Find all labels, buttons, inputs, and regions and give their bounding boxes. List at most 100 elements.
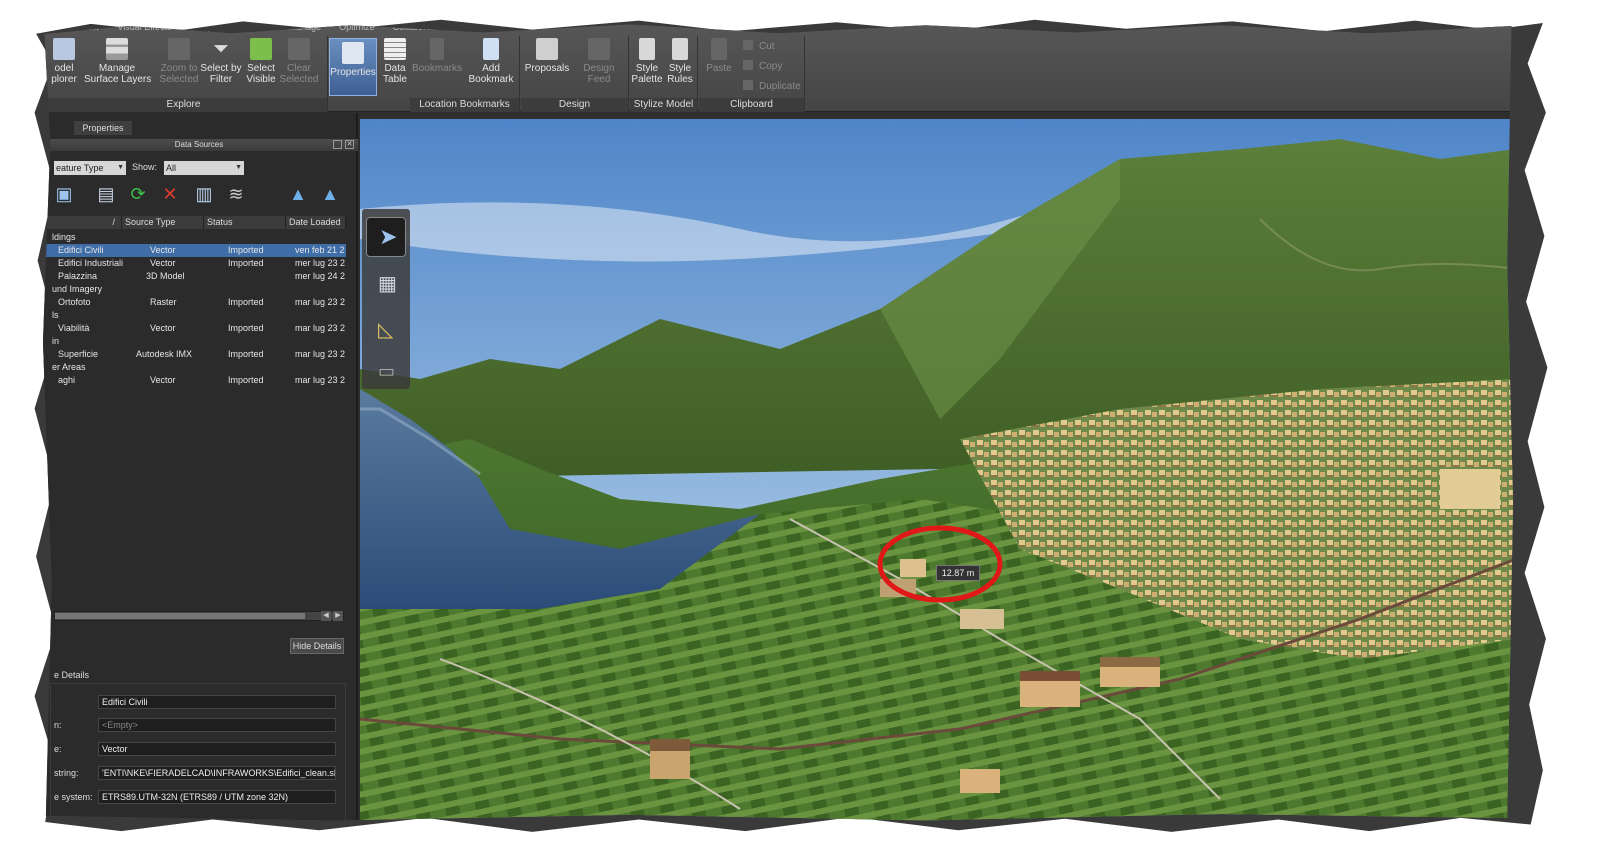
list-item-group[interactable]: ldings [43, 231, 346, 244]
group-location-bookmarks-name[interactable]: Location Bookmarks [410, 98, 519, 112]
connection-string-field[interactable]: 'ENTI\NKE\FIERADELCAD\INFRAWORKS\Edifici… [98, 766, 336, 780]
select-visible-icon [250, 38, 272, 60]
layers-icon: ▭ [378, 361, 396, 381]
list-item[interactable]: Edifici Civili Vector Imported ven feb 21 2 [42, 244, 346, 257]
detail-label-connection-string: string: [54, 768, 79, 778]
list-item-group[interactable]: und Imagery [43, 283, 346, 296]
3d-viewport[interactable] [360, 119, 1514, 821]
refresh-icon[interactable]: ⟳ [128, 185, 148, 203]
style-rules-label: Style Rules [667, 63, 693, 85]
tab-visual-effects[interactable]: Visual Effects [117, 24, 171, 34]
data-sources-panel: Properties Data Sources ✕ eature Type ▼ S… [42, 113, 358, 821]
duplicate-button[interactable]: Duplicate [743, 80, 801, 92]
column-date-loaded[interactable]: Date Loaded [286, 216, 346, 229]
list-item-group[interactable]: in [43, 335, 346, 348]
zoom-to-selected-button[interactable]: Zoom to Selected [158, 38, 200, 85]
edit-tool[interactable]: ▦ [366, 263, 406, 303]
row-name: Viabilità [58, 323, 90, 333]
row-date: mer lug 24 2 [295, 271, 346, 281]
list-item[interactable]: Superficie Autodesk IMX Imported mar lug 23… [43, 348, 346, 361]
show-value: All [166, 163, 177, 173]
apply-style-icon[interactable]: ▲ [320, 185, 340, 203]
remove-icon[interactable]: ✕ [160, 185, 180, 203]
manage-surface-layers-button[interactable]: Manage Surface Layers [84, 38, 152, 85]
layers-icon[interactable]: ≋ [226, 185, 246, 203]
model-explorer-button[interactable]: odel plorer [46, 38, 82, 85]
group-by-select[interactable]: eature Type ▼ [54, 161, 126, 175]
list-item[interactable]: Palazzina 3D Model mer lug 24 2 [43, 270, 346, 283]
coordinate-system-field[interactable]: ETRS89.UTM-32N (ETRS89 / UTM zone 32N) [98, 790, 336, 804]
list-item[interactable]: aghi Vector Imported mar lug 23 2 [43, 374, 346, 387]
type-field[interactable]: Vector [98, 742, 336, 756]
clear-selected-button[interactable]: Clear Selected [278, 38, 320, 85]
configure-icon[interactable]: ▤ [96, 185, 116, 203]
column-status[interactable]: Status [204, 216, 286, 229]
group-design-name: Design [521, 98, 628, 112]
copy-button[interactable]: Copy [743, 60, 782, 72]
style-rules-button[interactable]: Style Rules [663, 38, 697, 85]
scroll-right-icon[interactable]: ▶ [333, 611, 343, 621]
style-palette-label: Style Palette [631, 63, 663, 85]
cut-button[interactable]: Cut [743, 40, 775, 52]
row-date: mar lug 23 2 [295, 323, 346, 333]
sketch-tool[interactable]: ▭ [366, 355, 406, 395]
list-item-group[interactable]: ls [43, 309, 346, 322]
model-explorer-icon [53, 38, 75, 60]
scrollbar-thumb[interactable] [55, 613, 305, 619]
row-type: Raster [150, 297, 177, 307]
tab-optimize[interactable]: Optimize [339, 24, 375, 34]
add-data-source-icon[interactable]: ▣ [54, 185, 74, 203]
proposals-button[interactable]: Proposals [523, 38, 571, 74]
tab-properties[interactable]: Properties [74, 121, 132, 135]
zoom-cursor-icon [168, 38, 190, 60]
design-feed-button[interactable]: Design Feed [571, 38, 627, 85]
scroll-left-icon[interactable]: ◀ [321, 611, 331, 621]
dock-icon[interactable] [333, 140, 342, 149]
style-palette-button[interactable]: Style Palette [630, 38, 664, 85]
measurement-tooltip: 12.87 m [936, 565, 980, 581]
style-palette-icon [639, 38, 655, 60]
group-clipboard: Paste Cut Copy Duplicate Clipboard [699, 36, 805, 112]
remove-style-icon[interactable]: ▲ [288, 185, 308, 203]
terrain-scene [360, 119, 1514, 821]
select-tool[interactable]: ➤ [366, 217, 406, 257]
add-bookmark-button[interactable]: Add Bookmark [466, 38, 516, 85]
select-by-filter-button[interactable]: ⏷ Select by Filter [200, 38, 242, 85]
column-name-label: / [112, 217, 115, 227]
list-item[interactable]: Ortofoto Raster Imported mar lug 23 2 [43, 296, 346, 309]
duplicate-label: Duplicate [759, 81, 801, 92]
measure-tool[interactable]: ◺ [366, 309, 406, 349]
duplicate-icon [743, 80, 753, 90]
list-item-group[interactable]: er Areas [43, 361, 346, 374]
column-source-type[interactable]: Source Type [122, 216, 204, 229]
list-item[interactable]: Viabilità Vector Imported mar lug 23 2 [43, 322, 346, 335]
select-visible-label: Select Visible [246, 63, 276, 85]
description-field[interactable]: <Empty> [98, 718, 336, 732]
cut-icon [743, 40, 753, 50]
chevron-down-icon: ▼ [117, 164, 124, 171]
show-select[interactable]: All ▼ [164, 161, 244, 175]
list-item[interactable]: Edifici Industriali Vector Imported mer lug… [43, 257, 346, 270]
cursor-icon: ➤ [379, 224, 398, 249]
group-by-value: eature Type [56, 163, 104, 173]
group-stylize-model: Style Palette Style Rules Stylize Model [630, 36, 698, 112]
column-name[interactable]: / [42, 216, 122, 229]
name-field[interactable]: Edifici Civili [98, 695, 336, 709]
close-icon[interactable]: ✕ [345, 140, 354, 149]
group-design: Proposals Design Feed Design [521, 36, 629, 112]
properties-button[interactable]: Properties [329, 38, 377, 96]
bookmarks-button[interactable]: Bookmarks [412, 38, 462, 74]
horizontal-scrollbar[interactable]: ◀ ▶ [54, 611, 344, 621]
group-explore-name[interactable]: Explore [42, 98, 327, 112]
manage-surface-layers-label: Manage Surface Layers [84, 63, 152, 85]
table-icon [384, 38, 406, 60]
detail-label-coordinate-system: e system: [54, 792, 93, 802]
row-date: mar lug 23 2 [295, 297, 346, 307]
select-visible-button[interactable]: Select Visible [240, 38, 282, 85]
database-icon[interactable]: ▥ [194, 185, 214, 203]
ruler-icon: ◺ [378, 319, 394, 341]
hide-details-button[interactable]: Hide Details [290, 638, 344, 654]
add-bookmark-icon [483, 38, 499, 60]
paste-button[interactable]: Paste [699, 38, 739, 74]
proposals-icon [536, 38, 558, 60]
